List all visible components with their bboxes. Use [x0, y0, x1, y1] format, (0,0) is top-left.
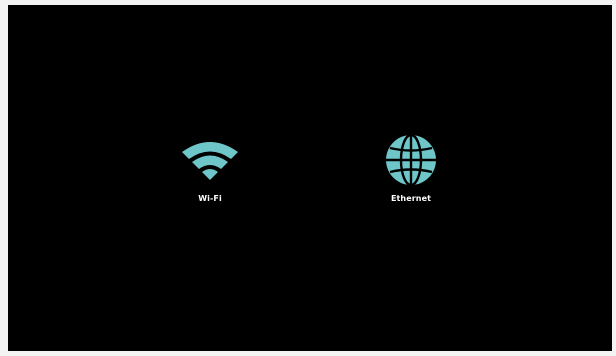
wifi-label: Wi-Fi [198, 194, 222, 203]
globe-icon [381, 132, 441, 188]
ethernet-label: Ethernet [390, 194, 432, 203]
network-selection-screen: Wi-Fi Ethernet [8, 5, 612, 351]
wifi-option[interactable]: Wi-Fi [170, 132, 250, 203]
ethernet-option[interactable]: Ethernet [371, 132, 451, 203]
wifi-icon [180, 132, 240, 188]
